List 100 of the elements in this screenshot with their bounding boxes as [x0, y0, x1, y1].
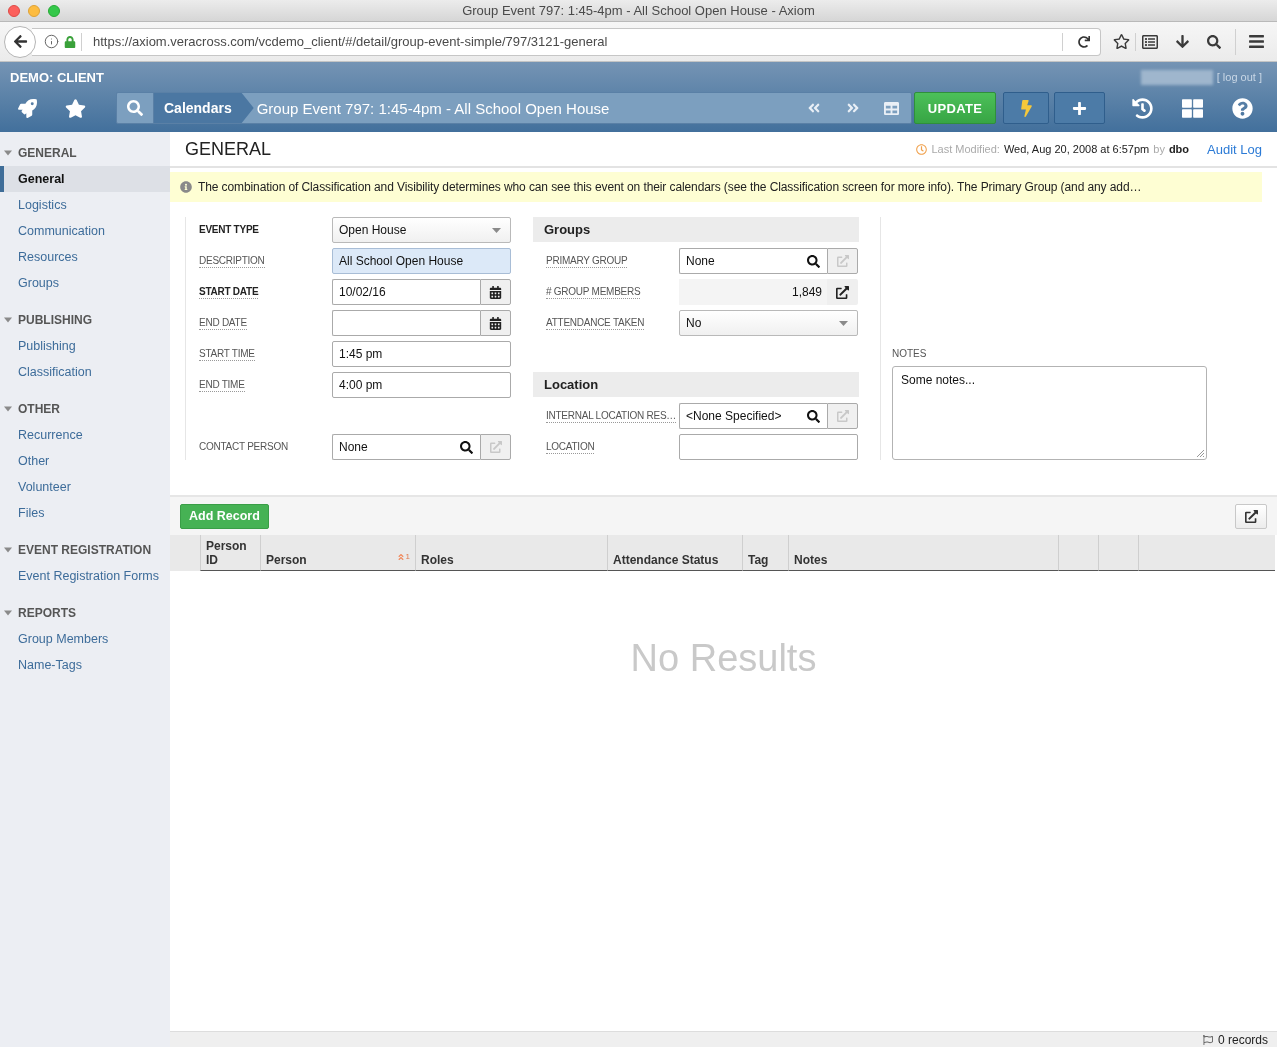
search-icon	[460, 440, 473, 454]
sidebar-item[interactable]: Groups	[0, 270, 170, 296]
date-field[interactable]	[332, 310, 480, 336]
sidebar-item[interactable]: Event Registration Forms	[0, 563, 170, 589]
lookup-field[interactable]: <None Specified>	[679, 403, 827, 429]
calendar-button[interactable]	[480, 310, 511, 336]
readonly-value: 1,849	[679, 279, 827, 305]
download-icon[interactable]	[1174, 34, 1190, 49]
section-header[interactable]: OTHER	[0, 396, 170, 422]
search-icon	[807, 254, 820, 268]
client-name: DEMO: CLIENT	[10, 69, 104, 85]
field-label: START TIME	[199, 347, 255, 361]
notes-field[interactable]: Some notes...	[892, 366, 1207, 460]
column-header[interactable]: Roles	[415, 535, 607, 571]
previous-icon[interactable]	[806, 101, 821, 115]
open-link-button[interactable]	[827, 279, 858, 305]
info-icon[interactable]	[44, 34, 59, 49]
section-title: Location	[533, 372, 859, 397]
field-label: DESCRIPTION	[199, 254, 265, 268]
field-label: START DATE	[199, 285, 259, 299]
caret-icon	[839, 320, 848, 326]
sidebar-item[interactable]: Resources	[0, 244, 170, 270]
field-label: NOTES	[892, 348, 927, 359]
search-icon	[807, 409, 820, 423]
sidebar-item[interactable]: Other	[0, 448, 170, 474]
page-title: GENERAL	[185, 138, 272, 160]
text-field[interactable]: 4:00 pm	[332, 372, 511, 398]
record-count: 0 records	[1217, 1032, 1268, 1047]
zoom-button[interactable]	[48, 4, 60, 17]
star-icon[interactable]	[64, 97, 86, 119]
column-header[interactable]: Person ID	[200, 535, 260, 571]
external-link-icon	[489, 441, 502, 453]
record-title: Group Event 797: 1:45-4pm - All School Open House	[256, 99, 611, 117]
back-button[interactable]	[4, 25, 36, 58]
sidebar-item[interactable]: Volunteer	[0, 474, 170, 500]
table-icon[interactable]	[884, 100, 899, 116]
audit-log-link[interactable]: Audit Log	[1207, 141, 1262, 157]
calendar-icon	[489, 316, 502, 330]
grid-icon[interactable]	[1181, 97, 1203, 119]
menu-icon[interactable]	[1247, 33, 1265, 50]
sidebar-item[interactable]: Classification	[0, 359, 170, 385]
column-header[interactable]: Notes	[788, 535, 1058, 571]
date-field[interactable]: 10/02/16	[332, 279, 480, 305]
breadcrumb-link[interactable]: Calendars	[154, 93, 254, 123]
next-icon[interactable]	[845, 101, 860, 115]
column-header[interactable]: Tag	[742, 535, 788, 571]
resize-grip-icon	[1196, 449, 1205, 458]
text-field[interactable]: All School Open House	[332, 248, 511, 274]
search-icon[interactable]	[1207, 34, 1221, 49]
calendar-button[interactable]	[480, 279, 511, 305]
window-title: Group Event 797: 1:45-4pm - All School Open House - Axiom	[462, 3, 815, 18]
field-label: PRIMARY GROUP	[546, 254, 628, 268]
sidebar-item[interactable]: Recurrence	[0, 422, 170, 448]
rocket-icon[interactable]	[17, 98, 37, 118]
last-modified-date: Wed, Aug 20, 2008 at 6:57pm	[1003, 143, 1150, 155]
star-icon[interactable]	[1112, 33, 1130, 50]
flag-icon	[1202, 1034, 1213, 1045]
field-label: ATTENDANCE TAKEN	[546, 316, 645, 330]
section-header[interactable]: EVENT REGISTRATION	[0, 537, 170, 563]
sidebar-item[interactable]: Files	[0, 500, 170, 526]
lookup-field[interactable]: None	[332, 434, 480, 460]
help-icon[interactable]	[1231, 97, 1253, 119]
last-modified-label: Last Modified:	[931, 143, 1000, 155]
field-label: LOCATION	[546, 440, 595, 454]
by-label: by	[1153, 143, 1165, 155]
calendar-icon	[489, 285, 502, 299]
sort-ascending-icon	[396, 553, 405, 561]
close-button[interactable]	[8, 4, 20, 17]
sidebar-item[interactable]: Group Members	[0, 626, 170, 652]
field-label: INTERNAL LOCATION RES…	[546, 409, 677, 423]
column-header[interactable]: Person 1	[260, 535, 415, 571]
text-field[interactable]: 1:45 pm	[332, 341, 511, 367]
text-field[interactable]	[679, 434, 858, 460]
select-field[interactable]: Open House	[332, 217, 511, 243]
reading-list-icon[interactable]	[1142, 33, 1158, 50]
modified-by-user: dbo	[1168, 143, 1190, 155]
caret-icon	[492, 227, 501, 233]
column-header[interactable]: Attendance Status	[607, 535, 742, 571]
sidebar-item[interactable]: Name-Tags	[0, 652, 170, 678]
info-icon	[180, 181, 192, 193]
address-bar[interactable]: https://axiom.veracross.com/vcdemo_client/#/detail/group-event-simple/797/3121-general	[32, 27, 1101, 56]
url-text: https://axiom.veracross.com/vcdemo_client/#/detail/group-event-simple/797/3121-general	[93, 34, 608, 49]
action-button[interactable]	[1003, 92, 1049, 124]
external-link-icon	[836, 285, 849, 299]
history-icon[interactable]	[1131, 97, 1153, 119]
add-button[interactable]	[1054, 92, 1105, 124]
section-header[interactable]: PUBLISHING	[0, 307, 170, 333]
notice-text: The combination of Classification and Visibility determines who can see this event on their calendars (see the Classification screen for more info). The Primary Group (and any add…	[198, 180, 1142, 194]
external-link-icon	[836, 410, 849, 422]
clock-icon	[916, 143, 928, 155]
section-header[interactable]: GENERAL	[0, 140, 170, 166]
sidebar-item[interactable]: Logistics	[0, 192, 170, 218]
popout-button[interactable]	[1235, 503, 1267, 529]
sidebar-item[interactable]: General	[0, 166, 170, 192]
section-header[interactable]: REPORTS	[0, 600, 170, 626]
sidebar-item[interactable]: Communication	[0, 218, 170, 244]
field-label: END DATE	[199, 316, 247, 330]
select-field[interactable]: No	[679, 310, 858, 336]
lookup-field[interactable]: None	[679, 248, 827, 274]
sidebar-item[interactable]: Publishing	[0, 333, 170, 359]
